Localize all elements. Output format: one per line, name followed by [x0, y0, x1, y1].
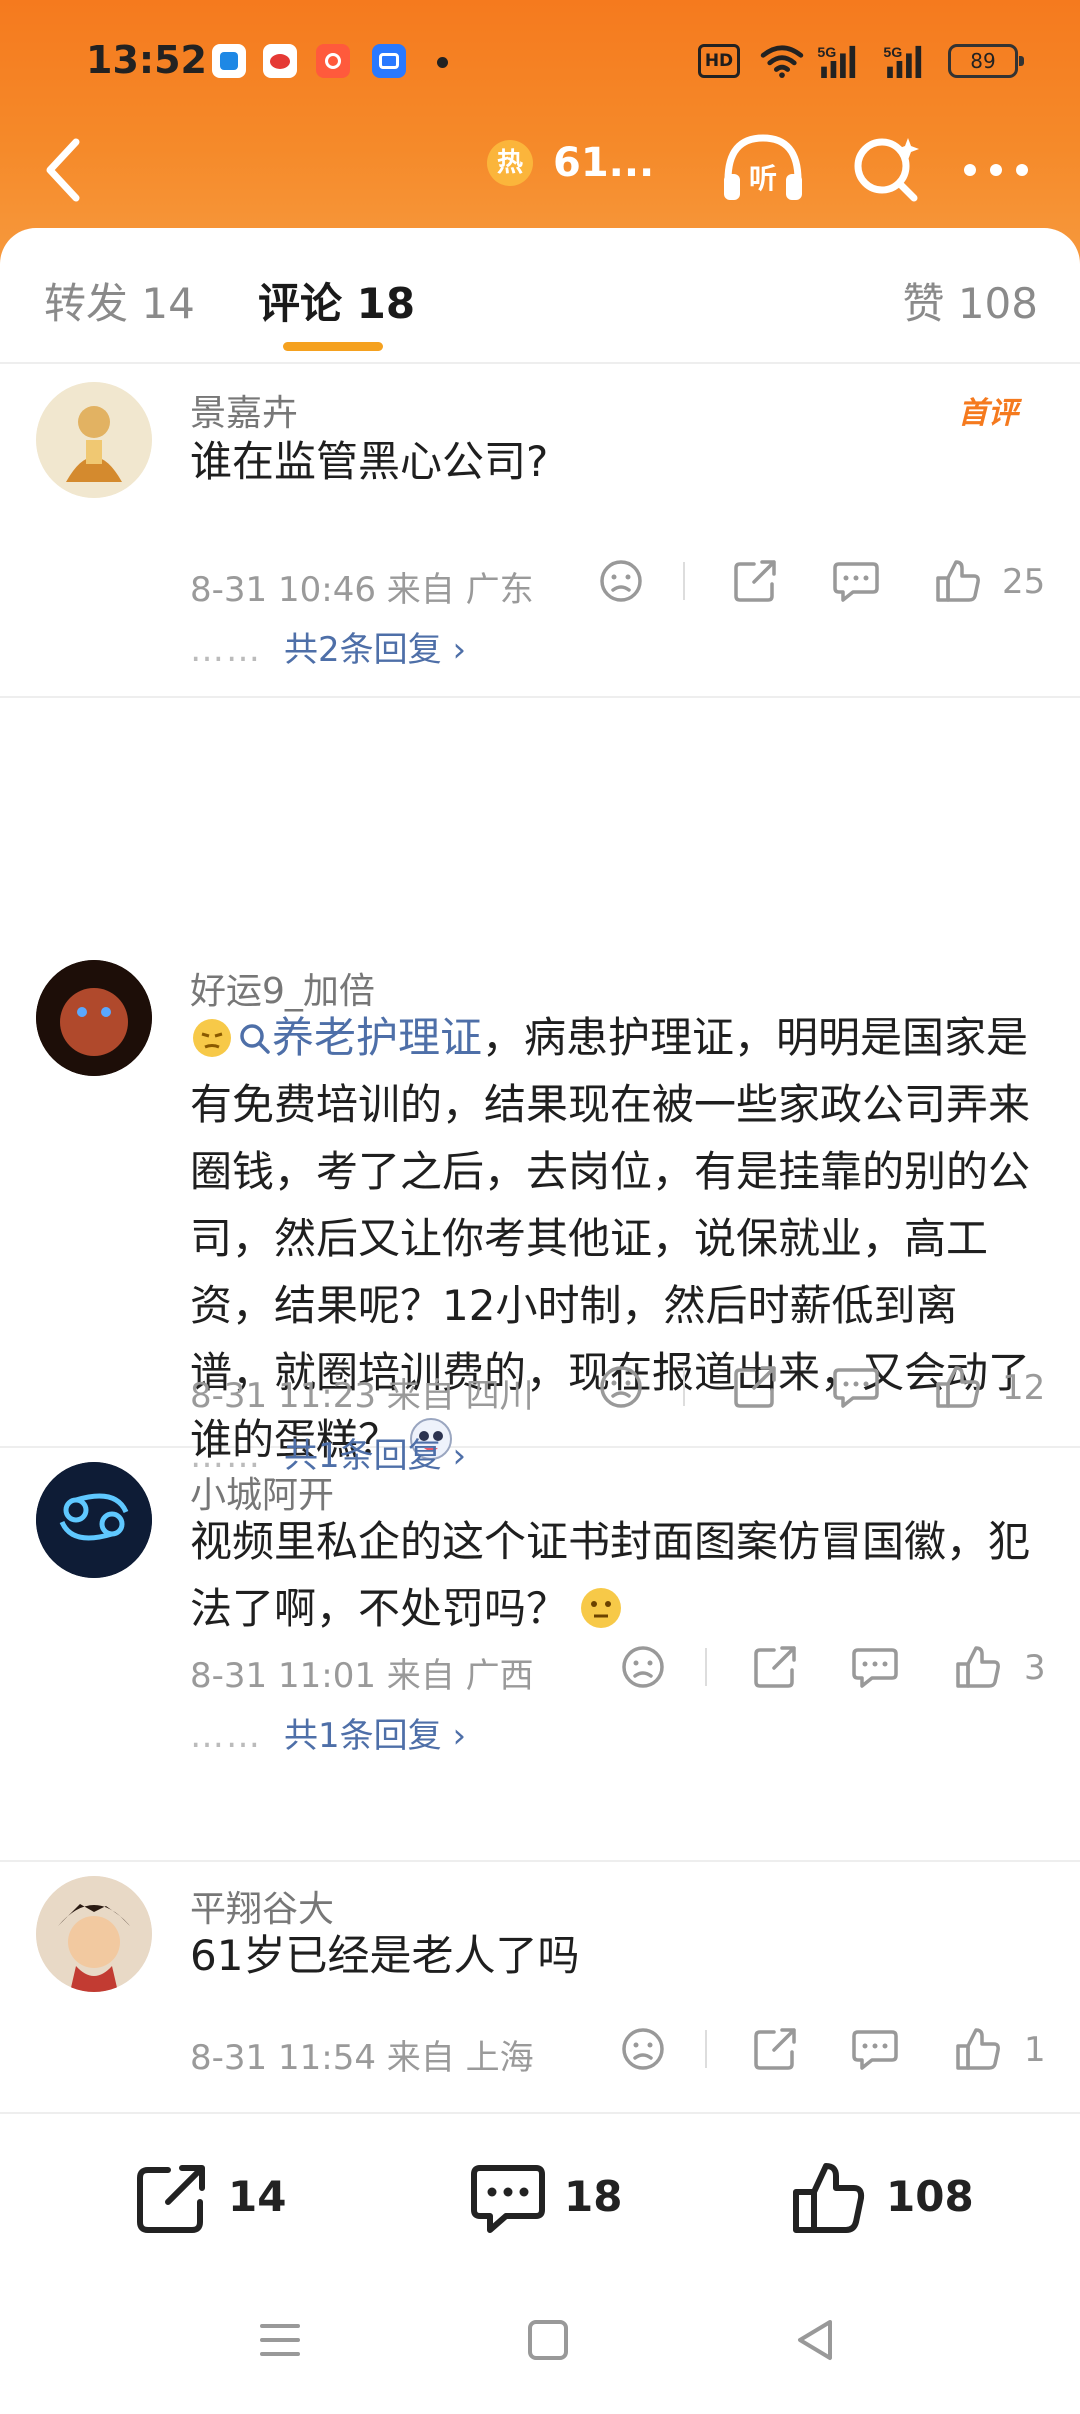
view-replies-link[interactable]: …… 共2条回复 › [190, 622, 466, 671]
comment-icon[interactable] [850, 1642, 900, 1692]
more-notifications-dot [437, 57, 448, 68]
comment-button[interactable]: 18 [468, 2158, 628, 2238]
listen-headphones-icon[interactable]: 听 [718, 128, 808, 208]
like-count: 108 [886, 2172, 974, 2221]
search-icon[interactable] [848, 128, 924, 208]
share-icon[interactable] [730, 1362, 780, 1412]
replies-dots: …… [190, 630, 262, 670]
home-square-icon[interactable] [518, 2310, 578, 2370]
divider [683, 1368, 685, 1406]
status-time: 13:52 [86, 38, 207, 82]
comment-meta: 8-31 11:01 来自 广西 [190, 1656, 534, 1696]
comment-icon[interactable] [831, 556, 881, 606]
avatar[interactable] [36, 1462, 152, 1578]
comment-meta: 8-31 10:46 来自 广东 [190, 570, 534, 610]
view-replies-link[interactable]: …… 共1条回复 › [190, 1708, 466, 1757]
replies-count-link[interactable]: 共1条回复 › [284, 1716, 466, 1756]
tab-reposts[interactable]: 转发 14 [44, 270, 195, 331]
comment-icon[interactable] [831, 1362, 881, 1412]
dislike-face-icon[interactable] [596, 556, 646, 606]
comment-icon[interactable] [850, 2024, 900, 2074]
comment-item: 景嘉卉 首评 谁在监管黑心公司? 8-31 10:46 来自 广东 25 …… … [0, 366, 1080, 698]
avatar[interactable] [36, 960, 152, 1076]
signal-5g-2-icon: 5G [883, 45, 922, 78]
repost-count: 14 [228, 2172, 287, 2221]
divider [705, 2030, 707, 2068]
topic-link[interactable]: 养老护理证 [272, 1013, 482, 1062]
app-icon-1 [212, 44, 246, 78]
more-options-icon[interactable] [956, 130, 1036, 210]
comment-meta-row: 8-31 11:01 来自 广西 3 [190, 1642, 1050, 1696]
nav-bar: 热 61... 听 [0, 120, 1080, 220]
tab-likes[interactable]: 赞 108 [902, 270, 1038, 331]
comment-meta-row: 8-31 10:46 来自 广东 25 [190, 556, 1050, 610]
share-icon[interactable] [750, 1642, 800, 1692]
comment-meta-row: 8-31 11:54 来自 上海 1 [190, 2024, 1050, 2078]
avatar[interactable] [36, 382, 152, 498]
back-arrow-icon[interactable] [36, 130, 96, 210]
svg-text:听: 听 [749, 162, 777, 195]
system-nav-bar [0, 2280, 1080, 2414]
nav-title[interactable]: 61... [553, 140, 654, 186]
comment-count: 18 [564, 2172, 623, 2221]
tab-bar: 转发 14 评论 18 赞 108 [0, 228, 1080, 364]
wifi-icon [760, 45, 804, 78]
comment-meta: 8-31 11:54 来自 上海 [190, 2038, 534, 2078]
topic-search-icon [238, 1008, 272, 1054]
app-icon-4 [372, 44, 406, 78]
svg-text:5G: 5G [817, 45, 836, 61]
comment-text: 视频里私企的这个证书封面图案仿冒国徽，犯法了啊，不处罚吗？ [190, 1508, 1040, 1642]
divider [683, 562, 685, 600]
avatar[interactable] [36, 1876, 152, 1992]
dislike-face-icon[interactable] [618, 2024, 668, 2074]
like-thumb-icon[interactable] [934, 1362, 984, 1412]
weibo-icon [263, 44, 297, 78]
back-triangle-icon[interactable] [786, 2310, 846, 2370]
status-bar: 13:52 HD 5G 5G 89 [0, 0, 1080, 130]
like-thumb-icon [793, 2163, 865, 2233]
emoji-icon [578, 1583, 624, 1629]
comment-item: 好运9_加倍 养老护理证，病患护理证，明明是国家是有免费培训的，结果现在被一些家… [0, 700, 1080, 1476]
comment-text: 谁在监管黑心公司? [190, 437, 549, 486]
like-count: 12 [1002, 1368, 1046, 1408]
like-count: 3 [1024, 1648, 1046, 1688]
comment-item: 小城阿开 视频里私企的这个证书封面图案仿冒国徽，犯法了啊，不处罚吗？ 8-31 … [0, 1450, 1080, 1862]
tab-active-indicator [283, 342, 383, 351]
share-icon[interactable] [750, 2024, 800, 2074]
repost-icon [137, 2165, 205, 2233]
like-count: 1 [1024, 2030, 1046, 2070]
like-button[interactable]: 108 [790, 2158, 990, 2238]
comment-meta: 8-31 11:23 来自 四川 [190, 1376, 534, 1416]
svg-text:5G: 5G [883, 45, 902, 61]
first-comment-badge: 首评 [958, 396, 1018, 431]
comment-text: 61岁已经是老人了吗 [190, 1931, 580, 1980]
repost-button[interactable]: 14 [132, 2158, 292, 2238]
menu-icon[interactable] [250, 2310, 310, 2370]
replies-dots: …… [190, 1716, 262, 1756]
like-count: 25 [1002, 562, 1046, 602]
comment-bubble-icon [471, 2165, 545, 2233]
bottom-action-bar: 14 18 108 [0, 2112, 1080, 2280]
like-thumb-icon[interactable] [954, 1642, 1004, 1692]
comments-panel: 转发 14 评论 18 赞 108 景嘉卉 首评 谁在监管黑心公司? 8-31 … [0, 228, 1080, 2114]
emoji-icon [190, 1012, 234, 1057]
like-thumb-icon[interactable] [934, 556, 984, 606]
dislike-face-icon[interactable] [618, 1642, 668, 1692]
divider [705, 1648, 707, 1686]
tab-comments[interactable]: 评论 18 [258, 270, 415, 331]
hd-icon: HD [698, 44, 740, 78]
replies-count-link[interactable]: 共2条回复 › [284, 630, 466, 670]
hot-badge-icon: 热 [487, 140, 533, 186]
comment-item: 平翔谷大 61岁已经是老人了吗 8-31 11:54 来自 上海 1 [0, 1864, 1080, 2114]
like-thumb-icon[interactable] [954, 2024, 1004, 2074]
comment-meta-row: 8-31 11:23 来自 四川 12 [190, 1362, 1050, 1416]
signal-5g-1-icon: 5G [817, 45, 856, 78]
app-icon-3 [316, 44, 350, 78]
dislike-face-icon[interactable] [596, 1362, 646, 1412]
share-icon[interactable] [730, 556, 780, 606]
battery-icon: 89 [948, 44, 1024, 78]
